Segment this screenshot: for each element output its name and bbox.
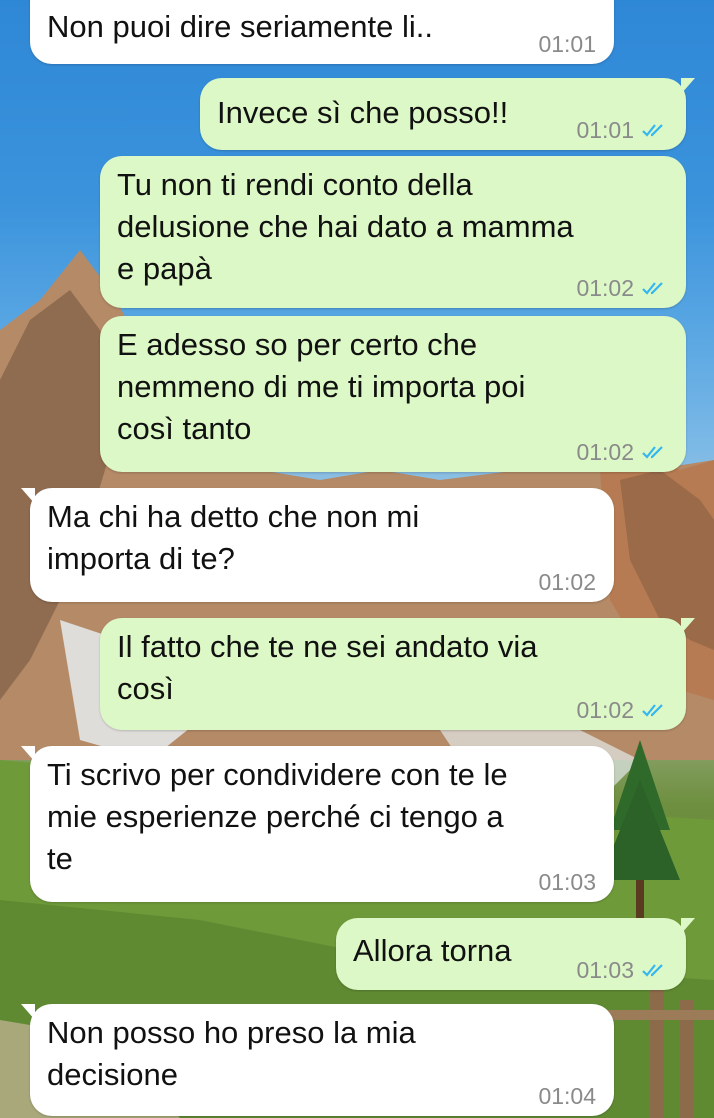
bubble-tail [681, 78, 695, 94]
message-meta: 01:01 [576, 116, 668, 144]
message-time: 01:02 [538, 569, 596, 595]
double-check-icon [642, 446, 663, 459]
message-bubble-outgoing[interactable]: Allora torna 01:03 [336, 918, 695, 990]
message-bubble-outgoing[interactable]: Il fatto che te ne sei andato via così 0… [100, 618, 695, 730]
message-text: Non posso ho preso la mia decisione [47, 1015, 416, 1092]
message-bubble-incoming[interactable]: Ti scrivo per condividere con te le mie … [21, 746, 614, 902]
message-time: 01:03 [576, 957, 634, 983]
message-time: 01:01 [538, 31, 596, 57]
chat-message-list[interactable]: Non puoi dire seriamente li.. 01:01 Inve… [0, 0, 714, 1118]
bubble-tail [21, 746, 35, 762]
bubble-tail [681, 918, 695, 934]
message-meta: 01:04 [538, 1082, 596, 1110]
message-text: Tu non ti rendi conto della delusione ch… [117, 167, 574, 286]
double-check-icon [642, 964, 663, 977]
double-check-icon [642, 282, 663, 295]
message-bubble-incoming[interactable]: Non posso ho preso la mia decisione 01:0… [21, 1004, 614, 1116]
message-time: 01:02 [576, 439, 634, 465]
message-bubble-incoming[interactable]: Non puoi dire seriamente li.. 01:01 [30, 0, 614, 64]
bubble-tail [21, 488, 35, 504]
message-meta: 01:02 [576, 438, 668, 466]
message-text: E adesso so per certo che nemmeno di me … [117, 327, 526, 446]
message-meta: 01:01 [538, 30, 596, 58]
message-bubble-outgoing[interactable]: E adesso so per certo che nemmeno di me … [100, 316, 686, 472]
message-text: Non puoi dire seriamente li.. [47, 9, 433, 44]
message-time: 01:02 [576, 697, 634, 723]
message-meta: 01:02 [538, 568, 596, 596]
message-meta: 01:03 [538, 868, 596, 896]
bubble-tail [681, 618, 695, 634]
double-check-icon [642, 704, 663, 717]
message-text: Ma chi ha detto che non mi importa di te… [47, 499, 420, 576]
message-bubble-incoming[interactable]: Ma chi ha detto che non mi importa di te… [21, 488, 614, 602]
message-time: 01:04 [538, 1083, 596, 1109]
message-text: Allora torna [353, 933, 512, 968]
message-meta: 01:02 [576, 274, 668, 302]
message-bubble-outgoing[interactable]: Invece sì che posso!! 01:01 [200, 78, 695, 150]
message-meta: 01:02 [576, 696, 668, 724]
message-bubble-outgoing[interactable]: Tu non ti rendi conto della delusione ch… [100, 156, 686, 308]
bubble-tail [21, 1004, 35, 1020]
message-text: Ti scrivo per condividere con te le mie … [47, 757, 508, 876]
message-time: 01:02 [576, 275, 634, 301]
message-meta: 01:03 [576, 956, 668, 984]
message-text: Invece sì che posso!! [217, 95, 509, 130]
double-check-icon [642, 124, 663, 137]
message-time: 01:03 [538, 869, 596, 895]
message-time: 01:01 [576, 117, 634, 143]
message-text: Il fatto che te ne sei andato via così [117, 629, 538, 706]
